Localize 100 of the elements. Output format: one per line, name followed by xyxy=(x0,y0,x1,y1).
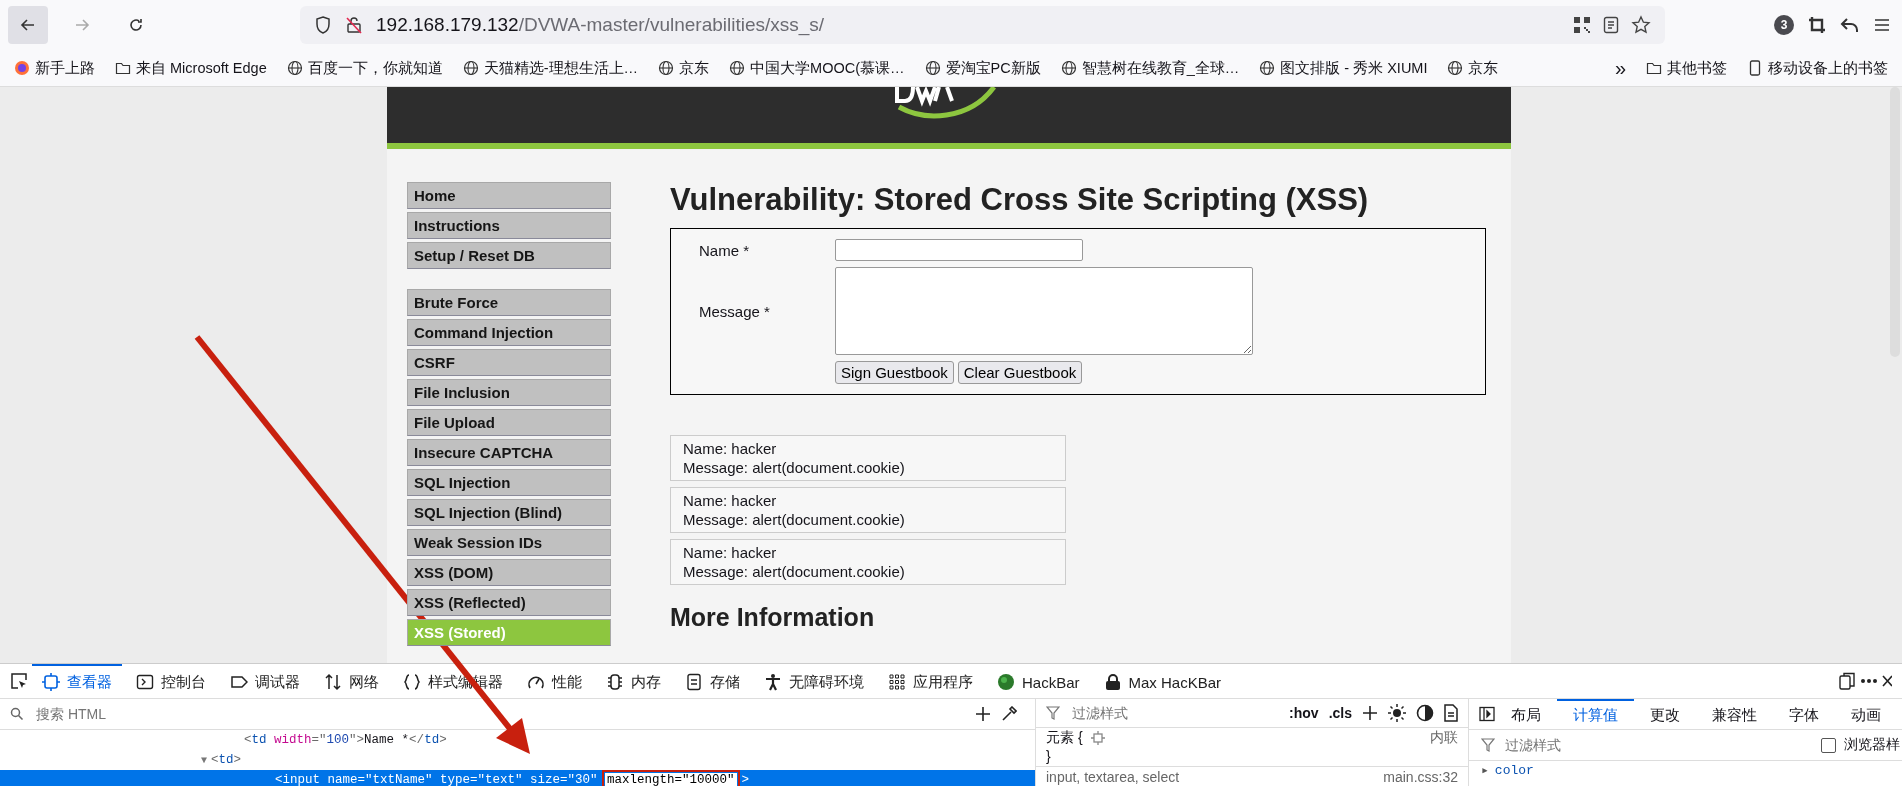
star-icon[interactable] xyxy=(1631,15,1651,35)
menu-item[interactable]: XSS (DOM) xyxy=(407,559,611,586)
globe-icon xyxy=(658,60,675,76)
filter-styles-field[interactable]: 过滤样式 xyxy=(1070,704,1280,722)
menu-item[interactable]: Brute Force xyxy=(407,289,611,316)
filter-icon xyxy=(1046,706,1060,720)
browser-styles-checkbox[interactable] xyxy=(1821,737,1836,753)
sidebar-tab[interactable]: 布局 xyxy=(1495,699,1557,729)
add-node-icon[interactable] xyxy=(975,706,991,722)
computed-property[interactable]: color xyxy=(1494,763,1534,778)
globe-icon xyxy=(1060,60,1077,76)
ball-icon xyxy=(997,673,1015,691)
entry-name: Name: hacker xyxy=(683,543,778,562)
hover-state-button[interactable]: :hov xyxy=(1289,705,1319,721)
scrollbar[interactable] xyxy=(1890,87,1900,357)
class-toggle-button[interactable]: .cls xyxy=(1328,705,1352,721)
form-button[interactable]: Sign Guestbook xyxy=(835,361,954,384)
devtools-tab[interactable]: HackBar xyxy=(987,664,1090,698)
back-button[interactable] xyxy=(8,6,48,44)
menu-item[interactable]: File Inclusion xyxy=(407,379,611,406)
message-textarea[interactable] xyxy=(835,267,1253,355)
menu-item[interactable]: SQL Injection xyxy=(407,469,611,496)
filter-computed-field[interactable]: 过滤样式 xyxy=(1503,736,1813,754)
bookmark[interactable]: 京东 xyxy=(658,58,710,78)
entry-name: Name: hacker xyxy=(683,491,778,510)
more-bookmarks-button[interactable]: » xyxy=(1614,56,1626,80)
grid-icon xyxy=(888,673,906,691)
menu-item[interactable]: XSS (Reflected) xyxy=(407,589,611,616)
menu-item[interactable]: Insecure CAPTCHA xyxy=(407,439,611,466)
bookmark[interactable]: 天猫精选-理想生活上… xyxy=(462,58,639,78)
globe-icon xyxy=(1447,60,1464,76)
rule-source[interactable]: main.css:32 xyxy=(1383,769,1458,785)
devtools-tab[interactable]: Max HacKBar xyxy=(1093,664,1232,698)
document-icon[interactable] xyxy=(1444,704,1458,722)
dock-icon[interactable] xyxy=(1838,672,1856,690)
bookmark[interactable]: 京东 xyxy=(1447,58,1499,78)
menu-item[interactable]: CSRF xyxy=(407,349,611,376)
devtools-tab[interactable]: 存储 xyxy=(675,664,750,698)
devtools-tab[interactable]: 内存 xyxy=(596,664,671,698)
menu-item[interactable]: Weak Session IDs xyxy=(407,529,611,556)
bookmark[interactable]: 图文排版 - 秀米 XIUMI xyxy=(1259,58,1428,78)
eyedropper-icon[interactable] xyxy=(1001,706,1017,722)
more-icon[interactable] xyxy=(1860,678,1878,684)
bookmark-folder[interactable]: 移动设备上的书签 xyxy=(1747,58,1888,78)
expand-toggle[interactable]: ▸ xyxy=(1481,763,1489,778)
element-picker-icon[interactable] xyxy=(10,672,28,690)
light-mode-icon[interactable] xyxy=(1388,704,1406,722)
menu-item[interactable]: Instructions xyxy=(407,212,611,239)
markup-line[interactable]: ▼ <td> xyxy=(0,750,1035,770)
dark-mode-icon[interactable] xyxy=(1416,704,1434,722)
console-icon xyxy=(136,673,154,691)
name-label: Name * xyxy=(698,241,751,259)
bookmark[interactable]: 智慧树在线教育_全球… xyxy=(1060,58,1240,78)
menu-item[interactable]: Command Injection xyxy=(407,319,611,346)
menu-item[interactable]: File Upload xyxy=(407,409,611,436)
url-text: 192.168.179.132/DVWA-master/vulnerabilities/xss_s/ xyxy=(376,14,825,36)
bookmark[interactable]: 百度一下，你就知道 xyxy=(286,58,443,78)
bookmark[interactable]: 中国大学MOOC(慕课… xyxy=(729,58,905,78)
bookmark-folder[interactable]: 其他书签 xyxy=(1646,58,1727,78)
devtools-tab[interactable]: 控制台 xyxy=(126,664,216,698)
rule-source: 内联 xyxy=(1430,729,1458,747)
undo-icon[interactable] xyxy=(1840,16,1860,34)
sidebar-tab[interactable]: 动画 xyxy=(1835,699,1897,729)
crop-icon[interactable] xyxy=(1808,16,1826,34)
add-rule-icon[interactable] xyxy=(1362,705,1378,721)
menu-icon[interactable] xyxy=(1874,18,1890,32)
menu-item[interactable]: Setup / Reset DB xyxy=(407,242,611,269)
sidebar-tab[interactable]: 计算值 xyxy=(1557,699,1634,729)
devtools-tab[interactable]: 网络 xyxy=(314,664,389,698)
braces-icon xyxy=(403,673,421,691)
target-icon[interactable] xyxy=(1090,731,1105,745)
markup-line[interactable]: <td width="100">Name *</td> xyxy=(0,730,1035,750)
qr-code-icon[interactable] xyxy=(1573,16,1591,34)
rule-brace: } xyxy=(1046,748,1051,764)
rule-selector: 元素 { xyxy=(1046,729,1083,747)
devtools-tab[interactable]: 性能 xyxy=(517,664,592,698)
sidebar-tab[interactable]: 兼容性 xyxy=(1696,699,1773,729)
bookmark[interactable]: 来自 Microsoft Edge xyxy=(115,58,267,78)
sidebar-tab[interactable]: 更改 xyxy=(1634,699,1696,729)
extension-badge[interactable]: 3 xyxy=(1774,15,1794,35)
close-icon[interactable] xyxy=(1882,674,1892,688)
person-icon xyxy=(764,673,782,691)
folder-icon xyxy=(1646,60,1662,76)
devtools-tab[interactable]: 应用程序 xyxy=(878,664,983,698)
menu-item[interactable]: SQL Injection (Blind) xyxy=(407,499,611,526)
address-bar[interactable]: 192.168.179.132/DVWA-master/vulnerabilities/xss_s/ xyxy=(300,6,1665,44)
menu-item[interactable]: Home xyxy=(407,182,611,209)
sidebar-tab[interactable]: 字体 xyxy=(1773,699,1835,729)
devtools-tab[interactable]: 调试器 xyxy=(220,664,310,698)
bookmark[interactable]: 爱淘宝PC新版 xyxy=(924,58,1041,78)
bookmark[interactable]: 新手上路 xyxy=(14,58,95,78)
sidebar-toggle-icon[interactable] xyxy=(1479,706,1495,722)
reader-view-icon[interactable] xyxy=(1603,16,1619,34)
rule-selector: input, textarea, select xyxy=(1046,769,1180,785)
devtools-tab[interactable]: 无障碍环境 xyxy=(754,664,874,698)
globe-icon xyxy=(924,60,941,76)
form-button[interactable]: Clear Guestbook xyxy=(957,361,1083,384)
target-icon xyxy=(42,673,60,691)
name-input[interactable] xyxy=(835,239,1083,261)
search-html-field[interactable]: 搜索 HTML xyxy=(34,705,965,723)
